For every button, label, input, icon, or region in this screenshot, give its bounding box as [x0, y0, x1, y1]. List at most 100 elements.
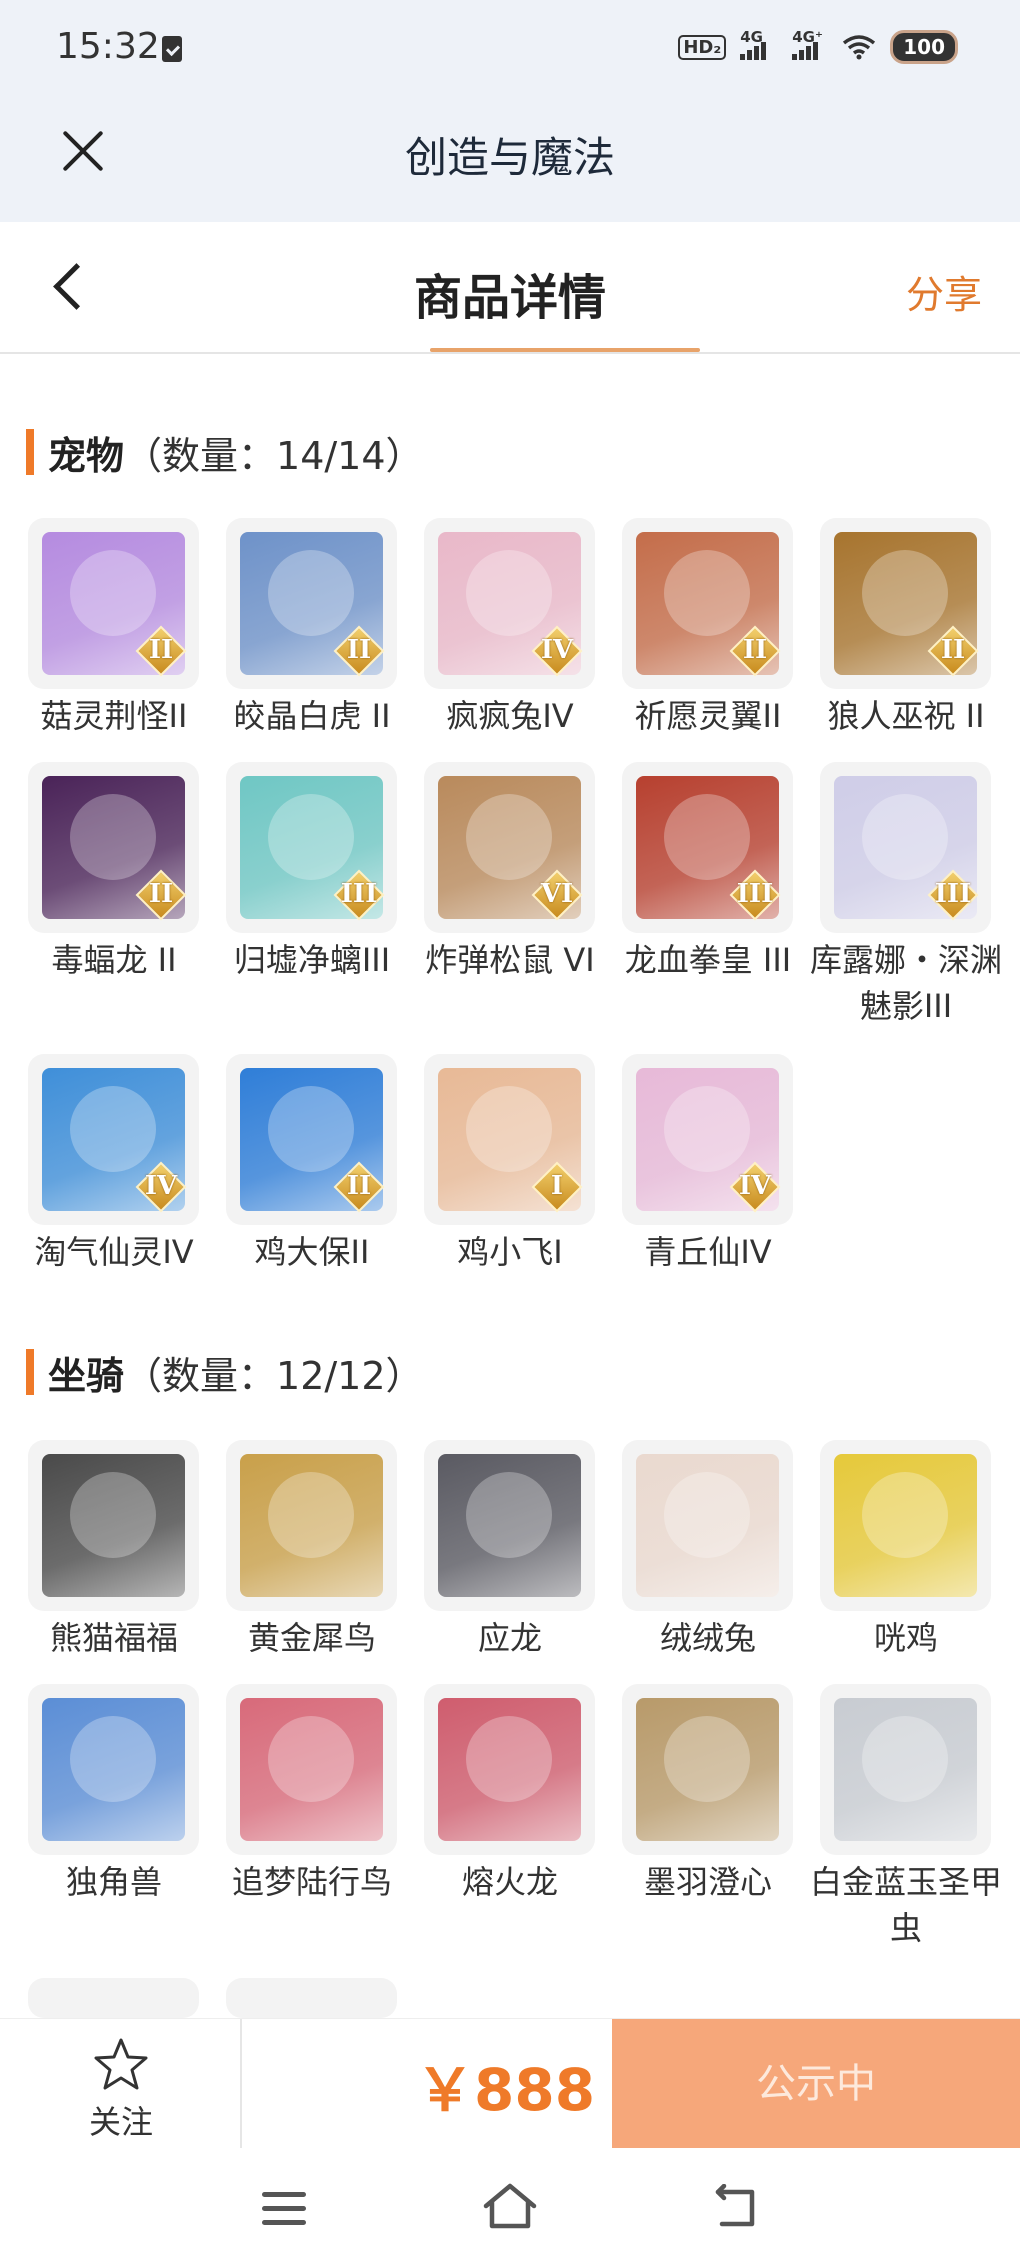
item-name: 祈愿灵翼II: [634, 697, 782, 735]
grid-item[interactable]: II 鸡大保II: [226, 1054, 397, 1275]
nav-bar: 商品详情 分享: [0, 222, 1020, 354]
rank-label: II: [148, 635, 174, 665]
item-thumbnail: [820, 1440, 991, 1611]
grid-item[interactable]: 白金蓝玉圣甲虫: [810, 1684, 1002, 1951]
item-thumbnail: [820, 1684, 991, 1855]
rank-label: II: [346, 1171, 372, 1201]
status-indicators: HD₂ 4G 4G⁺ 100: [678, 28, 958, 64]
menu-icon[interactable]: [262, 2192, 306, 2226]
back-nav-icon[interactable]: [712, 2184, 760, 2230]
rank-badge: II: [729, 625, 781, 677]
grid-item[interactable]: 咣鸡: [820, 1440, 991, 1661]
price: ￥888: [416, 2056, 596, 2124]
item-artwork: [42, 1698, 185, 1841]
grid-item[interactable]: II 菇灵荆怪II: [28, 518, 199, 739]
page-title: 商品详情: [413, 270, 606, 326]
rank-label: I: [550, 1171, 564, 1201]
grid-item[interactable]: II 毒蝠龙 II: [28, 762, 199, 983]
rank-label: IV: [738, 1171, 772, 1201]
hd-voice-icon: HD₂: [678, 34, 727, 60]
grid-item[interactable]: 应龙: [424, 1440, 595, 1661]
rank-badge: II: [135, 869, 187, 921]
item-name: 狼人巫祝 II: [827, 697, 985, 735]
item-name: 独角兽: [65, 1863, 162, 1901]
item-name: 墨羽澄心: [643, 1863, 772, 1901]
item-thumbnail: VI: [424, 762, 595, 933]
grid-item[interactable]: 追梦陆行鸟: [226, 1684, 397, 1905]
rank-label: III: [340, 879, 378, 909]
rank-badge: IV: [729, 1161, 781, 1213]
rank-label: II: [742, 635, 768, 665]
item-thumbnail: IV: [622, 1054, 793, 1225]
grid-item[interactable]: II 狼人巫祝 II: [820, 518, 991, 739]
rank-badge: III: [333, 869, 385, 921]
bottom-action-bar: 关注 ￥888 公示中: [0, 2018, 1020, 2149]
item-thumbnail: II: [226, 1054, 397, 1225]
rank-badge: II: [333, 1161, 385, 1213]
item-artwork: [834, 1454, 977, 1597]
section-accent-bar: [26, 429, 34, 475]
item-name: 绒绒兔: [659, 1619, 756, 1657]
grid-item[interactable]: III 龙血拳皇 III: [622, 762, 793, 983]
item-name: 淘气仙灵IV: [34, 1233, 194, 1271]
item-thumbnail: IV: [424, 518, 595, 689]
share-button[interactable]: 分享: [906, 264, 982, 319]
item-thumbnail: [226, 1440, 397, 1611]
item-artwork: [438, 1454, 581, 1597]
grid-item[interactable]: III 归墟净螭III: [226, 762, 397, 983]
grid-item[interactable]: IV 淘气仙灵IV: [28, 1054, 199, 1275]
item-thumbnail-partial: [226, 1978, 397, 2018]
item-thumbnail: [622, 1684, 793, 1855]
grid-item[interactable]: IV 疯疯兔IV: [424, 518, 595, 739]
item-name: 咣鸡: [873, 1619, 938, 1657]
rank-label: IV: [540, 635, 574, 665]
grid-item[interactable]: I 鸡小飞I: [424, 1054, 595, 1275]
section-count: （数量：12/12）: [124, 1353, 424, 1398]
item-artwork: [42, 1454, 185, 1597]
grid-item[interactable]: III 库露娜・深渊魅影III: [810, 762, 1002, 1029]
clipboard-icon: [162, 36, 182, 62]
grid-item[interactable]: IV 青丘仙IV: [622, 1054, 793, 1275]
home-icon[interactable]: [482, 2182, 538, 2232]
grid-item[interactable]: 黄金犀鸟: [226, 1440, 397, 1661]
grid-item[interactable]: II 祈愿灵翼II: [622, 518, 793, 739]
item-artwork: [240, 1454, 383, 1597]
item-thumbnail-partial: [28, 1978, 199, 2018]
public-notice-button[interactable]: 公示中: [612, 2019, 1020, 2149]
rank-badge: III: [729, 869, 781, 921]
item-thumbnail: II: [226, 518, 397, 689]
grid-item[interactable]: 熊猫福福: [28, 1440, 199, 1661]
battery-indicator: 100: [890, 30, 958, 64]
item-name: 炸弹松鼠 VI: [425, 941, 595, 979]
item-thumbnail: II: [28, 762, 199, 933]
item-thumbnail: II: [820, 518, 991, 689]
grid-item[interactable]: VI 炸弹松鼠 VI: [424, 762, 595, 983]
item-thumbnail: II: [622, 518, 793, 689]
item-thumbnail: III: [820, 762, 991, 933]
item-thumbnail: I: [424, 1054, 595, 1225]
grid-item[interactable]: 独角兽: [28, 1684, 199, 1905]
status-bar: 15:32 HD₂ 4G 4G⁺ 100: [0, 0, 1020, 98]
signal-type-label: 4G⁺: [792, 28, 823, 46]
item-thumbnail: III: [226, 762, 397, 933]
star-icon: [94, 2038, 148, 2090]
item-artwork: [636, 1454, 779, 1597]
item-thumbnail: [424, 1684, 595, 1855]
grid-item[interactable]: 墨羽澄心: [622, 1684, 793, 1905]
item-name: 皎晶白虎 II: [233, 697, 391, 735]
grid-item[interactable]: II 皎晶白虎 II: [226, 518, 397, 739]
item-name: 黄金犀鸟: [247, 1619, 376, 1657]
rank-label: VI: [540, 879, 574, 909]
item-name: 鸡小飞I: [457, 1233, 563, 1271]
section-header-mounts: 坐骑 （数量：12/12）: [26, 1348, 424, 1398]
grid-item[interactable]: 绒绒兔: [622, 1440, 793, 1661]
item-name: 疯疯兔IV: [446, 697, 574, 735]
rank-label: II: [148, 879, 174, 909]
item-name: 鸡大保II: [254, 1233, 370, 1271]
item-name: 龙血拳皇 III: [624, 941, 792, 979]
item-artwork: [438, 1698, 581, 1841]
grid-item[interactable]: 熔火龙: [424, 1684, 595, 1905]
status-time: 15:32: [56, 26, 160, 67]
follow-button[interactable]: 关注: [0, 2019, 242, 2149]
item-thumbnail: IV: [28, 1054, 199, 1225]
